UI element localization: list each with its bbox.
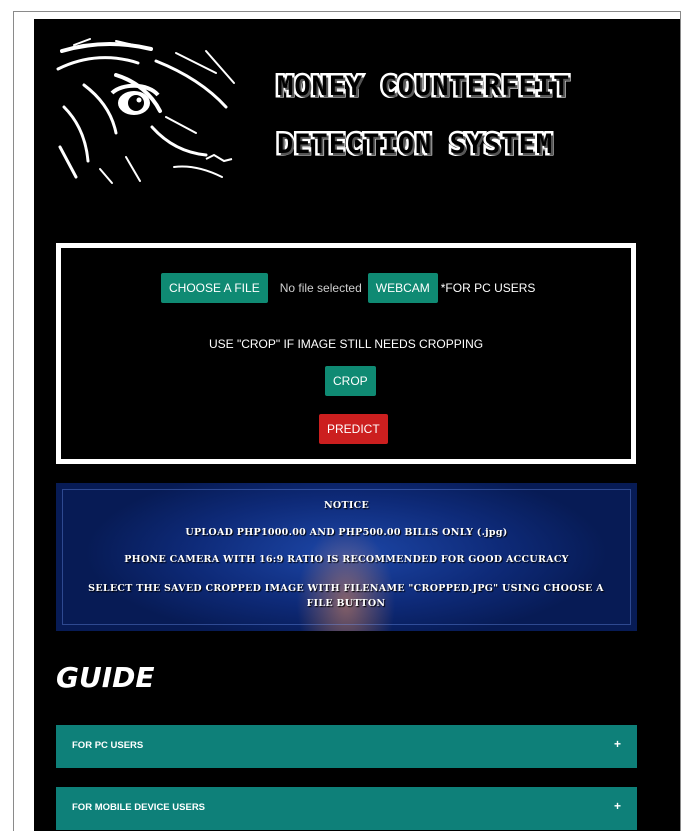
upload-panel: CHOOSE A FILE No file selected WEBCAM *F…	[56, 243, 636, 464]
predict-button[interactable]: PREDICT	[319, 414, 388, 444]
page-title-line1: MONEY COUNTERFEIT	[274, 69, 571, 105]
upload-controls-row: CHOOSE A FILE No file selected WEBCAM *F…	[161, 273, 535, 303]
webcam-note: *FOR PC USERS	[440, 281, 536, 295]
choose-file-button[interactable]: CHOOSE A FILE	[161, 273, 268, 303]
accordion-label: FOR PC USERS	[72, 740, 144, 751]
notice-line-2: PHONE CAMERA WITH 16:9 RATIO IS RECOMMEN…	[124, 554, 569, 565]
notice-banner: NOTICE UPLOAD PHP1000.00 AND PHP500.00 B…	[56, 483, 637, 631]
webcam-button[interactable]: WEBCAM	[367, 273, 438, 303]
expand-plus-icon[interactable]: +	[614, 799, 621, 813]
accordion-mobile-users[interactable]: FOR MOBILE DEVICE USERS +	[56, 787, 637, 830]
file-status-text: No file selected	[279, 281, 362, 295]
crop-button[interactable]: CROP	[325, 366, 376, 396]
guide-heading: GUIDE	[56, 661, 155, 694]
eagle-eye-logo	[56, 37, 242, 187]
page-title-line2: DETECTION SYSTEM	[274, 127, 554, 163]
accordion-pc-users[interactable]: FOR PC USERS +	[56, 725, 637, 768]
crop-hint-text: USE "CROP" IF IMAGE STILL NEEDS CROPPING	[208, 337, 484, 351]
notice-line-3: SELECT THE SAVED CROPPED IMAGE WITH FILE…	[88, 583, 604, 609]
browser-frame: MONEY COUNTERFEIT DETECTION SYSTEM CHOOS…	[13, 11, 681, 831]
notice-line-1: UPLOAD PHP1000.00 AND PHP500.00 BILLS ON…	[185, 527, 508, 538]
accordion-label: FOR MOBILE DEVICE USERS	[72, 802, 206, 813]
notice-heading: NOTICE	[323, 500, 370, 511]
page-container: MONEY COUNTERFEIT DETECTION SYSTEM CHOOS…	[34, 19, 680, 831]
expand-plus-icon[interactable]: +	[614, 737, 621, 751]
